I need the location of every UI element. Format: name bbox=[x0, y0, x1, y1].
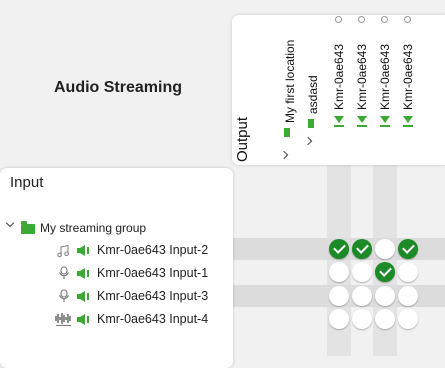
output-device-icon bbox=[380, 116, 390, 123]
folder-icon bbox=[284, 128, 290, 137]
routing-cell[interactable] bbox=[329, 309, 349, 329]
input-group-label[interactable]: My streaming group bbox=[40, 221, 146, 235]
routing-cell[interactable] bbox=[352, 309, 372, 329]
input-row-label[interactable]: Kmr-0ae643 Input-1 bbox=[97, 266, 208, 280]
folder-icon bbox=[308, 119, 314, 128]
output-device-base bbox=[403, 125, 413, 127]
output-location-label[interactable]: My first location bbox=[283, 40, 297, 123]
output-subgroup-label[interactable]: asdasd bbox=[306, 75, 320, 114]
folder-icon bbox=[21, 221, 35, 234]
output-device-base bbox=[357, 125, 367, 127]
output-column-label[interactable]: Kmr-0ae643 bbox=[355, 44, 369, 110]
routing-cell[interactable] bbox=[375, 309, 395, 329]
output-device-icon bbox=[357, 116, 367, 123]
routing-cell-checked[interactable] bbox=[329, 239, 349, 259]
routing-cell[interactable] bbox=[329, 262, 349, 282]
routing-cell-checked[interactable] bbox=[398, 239, 418, 259]
speaker-icon bbox=[77, 291, 89, 302]
speaker-icon bbox=[77, 314, 89, 325]
output-column-label[interactable]: Kmr-0ae643 bbox=[401, 44, 415, 110]
input-row-label[interactable]: Kmr-0ae643 Input-4 bbox=[97, 312, 208, 326]
routing-cell[interactable] bbox=[375, 286, 395, 306]
speaker-icon bbox=[77, 268, 89, 279]
routing-cell-checked[interactable] bbox=[352, 239, 372, 259]
routing-cell-checked[interactable] bbox=[375, 262, 395, 282]
status-ring-icon bbox=[335, 16, 342, 23]
routing-cell[interactable] bbox=[375, 239, 395, 259]
routing-cell[interactable] bbox=[398, 286, 418, 306]
output-column-label[interactable]: Kmr-0ae643 bbox=[332, 44, 346, 110]
status-ring-icon bbox=[381, 16, 388, 23]
microphone-icon bbox=[59, 289, 69, 302]
page-title: Audio Streaming bbox=[53, 79, 182, 96]
input-row-label[interactable]: Kmr-0ae643 Input-2 bbox=[97, 243, 208, 257]
output-heading: Output bbox=[234, 116, 251, 162]
output-device-icon bbox=[403, 116, 413, 123]
status-ring-icon bbox=[404, 16, 411, 23]
microphone-icon bbox=[59, 266, 69, 279]
status-ring-icon bbox=[358, 16, 365, 23]
routing-cell[interactable] bbox=[398, 262, 418, 282]
routing-cell[interactable] bbox=[352, 286, 372, 306]
output-column-label[interactable]: Kmr-0ae643 bbox=[378, 44, 392, 110]
output-device-base bbox=[334, 125, 344, 127]
music-note-icon bbox=[57, 244, 69, 258]
routing-cell[interactable] bbox=[398, 309, 418, 329]
audio-wave-icon bbox=[55, 313, 71, 326]
output-device-base bbox=[380, 125, 390, 127]
input-heading: Input bbox=[10, 174, 44, 191]
routing-cell[interactable] bbox=[329, 286, 349, 306]
input-row-label[interactable]: Kmr-0ae643 Input-3 bbox=[97, 289, 208, 303]
output-device-icon bbox=[334, 116, 344, 123]
speaker-icon bbox=[77, 245, 89, 256]
routing-cell[interactable] bbox=[352, 262, 372, 282]
